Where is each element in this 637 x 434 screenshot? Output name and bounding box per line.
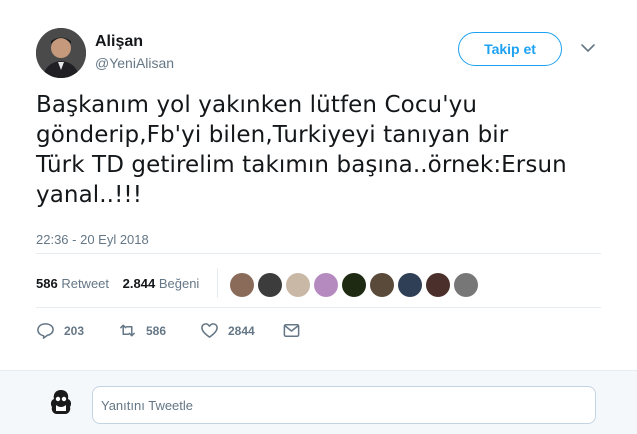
like-stat-count: 2.844	[122, 276, 156, 291]
direct-message-button[interactable]	[282, 321, 301, 340]
tweet-actions: 203 586 2844	[36, 321, 301, 340]
reply-icon	[37, 323, 54, 339]
heart-icon	[201, 323, 218, 338]
divider	[36, 307, 601, 308]
liker-avatar[interactable]	[398, 273, 422, 297]
author-avatar[interactable]	[36, 28, 86, 78]
retweet-stat-label: Retweet	[61, 276, 110, 291]
liker-avatar[interactable]	[286, 273, 310, 297]
retweet-icon	[120, 324, 135, 337]
like-stat-label: Beğeni	[158, 276, 200, 291]
author-name[interactable]: Alişan	[95, 33, 143, 51]
liker-avatar[interactable]	[370, 273, 394, 297]
like-button[interactable]: 2844	[200, 321, 282, 340]
retweet-stat[interactable]: 586 Retweet	[36, 276, 109, 291]
liker-avatar[interactable]	[426, 273, 450, 297]
liker-avatar[interactable]	[454, 273, 478, 297]
like-count: 2844	[228, 323, 255, 338]
liker-avatar[interactable]	[230, 273, 254, 297]
reply-count: 203	[64, 323, 85, 338]
envelope-icon	[283, 324, 300, 337]
tweet-text: Başkanım yol yakınken lütfen Cocu'yu gön…	[36, 92, 567, 208]
liker-avatar[interactable]	[258, 273, 282, 297]
chevron-down-icon[interactable]	[580, 40, 596, 56]
retweet-count: 586	[146, 323, 167, 338]
tweet-card: Alişan @YeniAlisan Takip et Başkanım yol…	[0, 0, 637, 370]
liker-avatar[interactable]	[314, 273, 338, 297]
author-handle[interactable]: @YeniAlisan	[95, 55, 174, 71]
follow-button[interactable]: Takip et	[458, 32, 562, 66]
reply-input[interactable]: Yanıtını Tweetle	[92, 386, 596, 424]
retweet-stat-count: 586	[36, 276, 58, 291]
tweet-stats: 586 Retweet 2.844 Beğeni	[36, 276, 199, 291]
likers-avatars	[230, 273, 478, 297]
liker-avatar[interactable]	[342, 273, 366, 297]
divider	[36, 253, 601, 254]
reply-button[interactable]: 203	[36, 321, 118, 340]
retweet-button[interactable]: 586	[118, 321, 200, 340]
like-stat[interactable]: 2.844 Beğeni	[123, 276, 200, 291]
user-avatar[interactable]	[47, 388, 75, 416]
divider	[217, 268, 218, 298]
tweet-timestamp[interactable]: 22:36 - 20 Eyl 2018	[36, 232, 149, 247]
